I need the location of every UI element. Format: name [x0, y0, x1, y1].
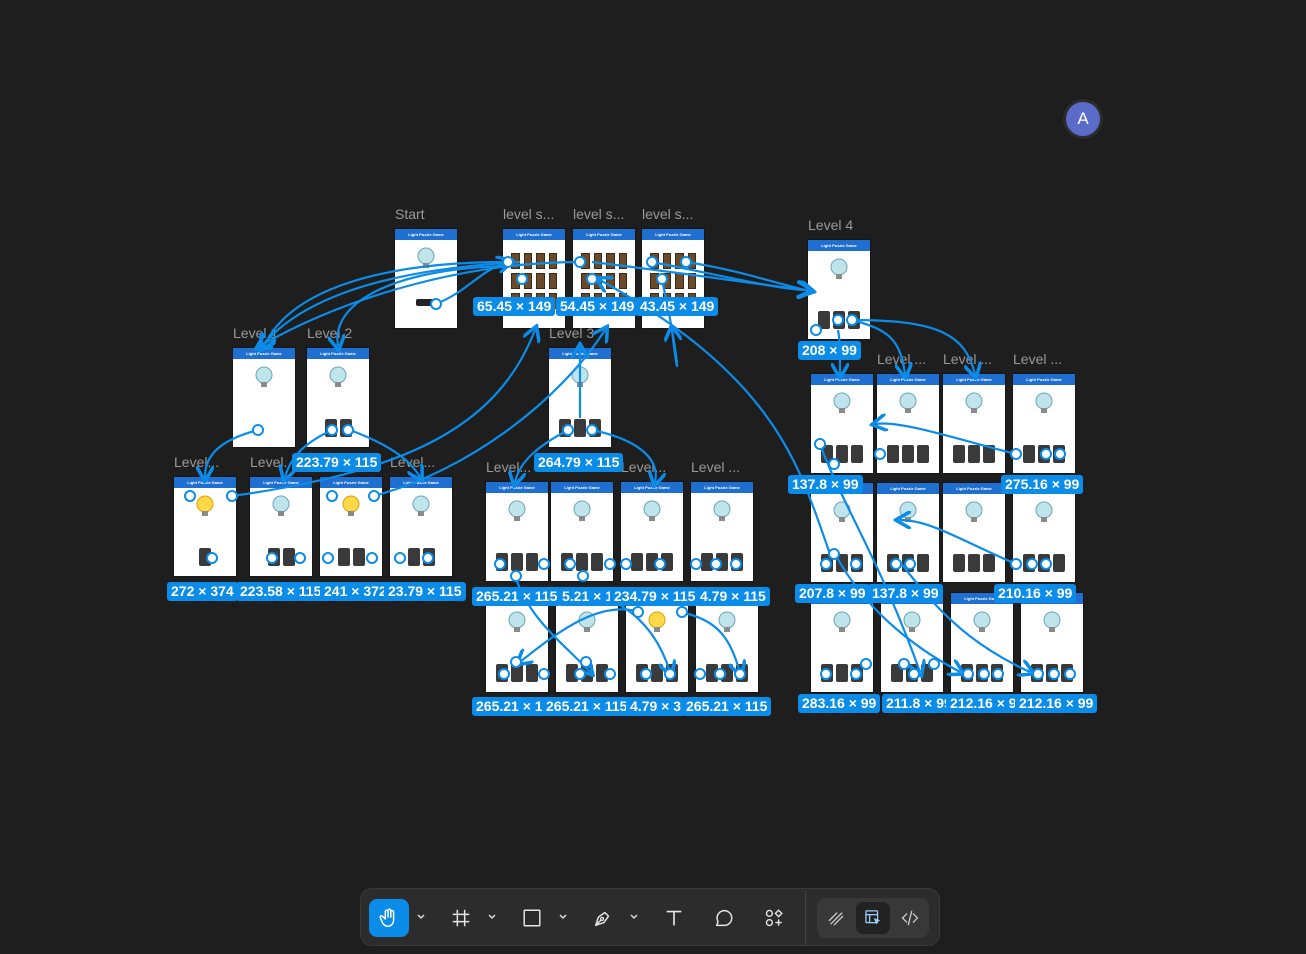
- chevron-down-icon[interactable]: [558, 911, 568, 921]
- design-mode-button[interactable]: [856, 902, 890, 934]
- chevron-down-icon[interactable]: [629, 911, 639, 921]
- size-badge: 275.16 × 99: [1001, 475, 1084, 494]
- comment-icon: [715, 909, 733, 927]
- size-badge: 223.58 × 115: [236, 582, 326, 601]
- hand-tool-button[interactable]: [369, 899, 409, 937]
- text-icon: [666, 910, 682, 926]
- code-icon: [901, 910, 919, 926]
- size-badge: 265.21 × 1: [472, 697, 547, 716]
- pen-icon: [594, 911, 610, 927]
- actions-tool-button[interactable]: [754, 899, 794, 937]
- design-icon: [865, 910, 881, 925]
- toolbar-divider: [805, 891, 806, 945]
- size-badge: 265.21 × 115: [682, 697, 772, 716]
- size-badge: 4.79 × 115: [696, 587, 770, 606]
- collaborator-avatar[interactable]: A: [1066, 102, 1100, 136]
- prototype-connections: [184, 0, 1076, 680]
- size-badge: 212.16 × 99: [1015, 694, 1098, 713]
- frame-tool-button[interactable]: [441, 899, 481, 937]
- size-badge: 137.8 × 99: [868, 584, 943, 603]
- size-badge: 265.21 × 115: [472, 587, 562, 606]
- bottom-toolbar: [360, 888, 940, 946]
- chevron-down-icon[interactable]: [487, 911, 497, 921]
- size-badge: 210.16 × 99: [994, 584, 1077, 603]
- rectangle-icon: [523, 909, 541, 927]
- design-canvas[interactable]: Start Light Puzzle Game level s... Light…: [0, 0, 1306, 954]
- size-badge: 283.16 × 99: [798, 694, 881, 713]
- draw-icon: [828, 912, 844, 926]
- size-badge: 207.8 × 99: [795, 584, 870, 603]
- frame-icon: [452, 909, 470, 927]
- size-badge: 43.45 × 149: [636, 297, 719, 316]
- size-badge: 223.79 × 115: [292, 453, 382, 472]
- hand-icon: [379, 908, 395, 927]
- size-badge: 212.16 × 9: [946, 694, 1021, 713]
- draw-mode-button[interactable]: [819, 902, 853, 934]
- chevron-down-icon[interactable]: [416, 911, 426, 921]
- dev-mode-button[interactable]: [893, 902, 927, 934]
- text-tool-button[interactable]: [654, 899, 694, 937]
- size-badge: 4.79 × 3: [626, 697, 685, 716]
- size-badge: 211.8 × 99: [882, 694, 956, 713]
- comment-tool-button[interactable]: [704, 899, 744, 937]
- size-badge: 272 × 374: [167, 582, 238, 601]
- size-badge: 54.45 × 149: [556, 297, 639, 316]
- size-badge: 65.45 × 149: [473, 297, 556, 316]
- size-badge: 264.79 × 115: [534, 453, 624, 472]
- size-badge: 234.79 × 115: [610, 587, 700, 606]
- apps-plus-icon: [765, 909, 783, 927]
- size-badge: 208 × 99: [798, 341, 861, 360]
- size-badge: 137.8 × 99: [788, 475, 863, 494]
- mode-switcher: [817, 898, 929, 938]
- rectangle-tool-button[interactable]: [512, 899, 552, 937]
- size-badge: 241 × 372: [320, 582, 391, 601]
- pen-tool-button[interactable]: [583, 899, 623, 937]
- size-badge: 265.21 × 115: [542, 697, 632, 716]
- size-badge: 23.79 × 115: [384, 582, 466, 601]
